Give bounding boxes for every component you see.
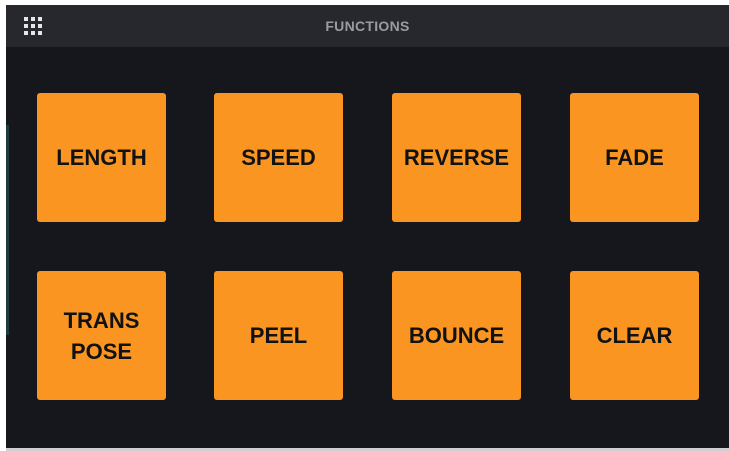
pad-label: SPEED	[241, 145, 316, 170]
bounce-pad[interactable]: BOUNCE	[392, 271, 521, 400]
pad-label: BOUNCE	[408, 323, 505, 348]
peel-pad[interactable]: PEEL	[214, 271, 343, 400]
functions-screen: FUNCTIONS LENGTH SPEED REVERSE FADE TRAN…	[6, 5, 729, 451]
function-pad-grid: LENGTH SPEED REVERSE FADE TRANS POSE PEE…	[6, 5, 729, 451]
fade-pad[interactable]: FADE	[570, 93, 699, 222]
transpose-pad[interactable]: TRANS POSE	[37, 271, 166, 400]
clear-pad[interactable]: CLEAR	[570, 271, 699, 400]
pad-label: PEEL	[249, 323, 308, 348]
pad-label: REVERSE	[403, 145, 510, 170]
pad-label: CLEAR	[596, 323, 673, 348]
speed-pad[interactable]: SPEED	[214, 93, 343, 222]
reverse-pad[interactable]: REVERSE	[392, 93, 521, 222]
pad-label: FADE	[605, 145, 664, 170]
length-pad[interactable]: LENGTH	[37, 93, 166, 222]
pad-label: TRANS POSE	[63, 307, 140, 364]
pad-label: LENGTH	[56, 145, 147, 170]
